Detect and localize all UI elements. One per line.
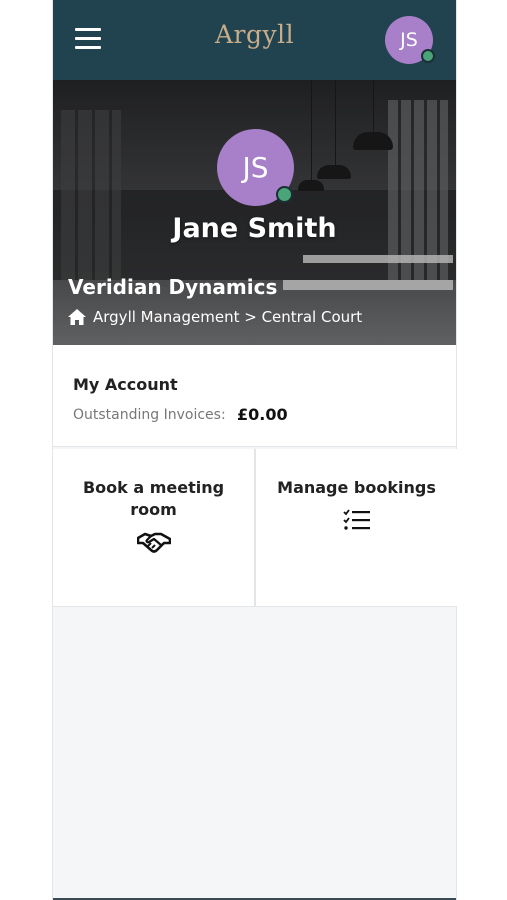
outstanding-invoices-value: £0.00	[237, 405, 288, 424]
tile-label: Book a meeting room	[82, 478, 225, 519]
user-avatar-button[interactable]: JS	[385, 16, 435, 64]
app-frame: Argyll JS JS Jane Smith Veridian Dynamic…	[52, 0, 457, 900]
online-status-dot	[276, 186, 293, 203]
location-breadcrumb: Argyll Management > Central Court	[68, 308, 362, 326]
top-bar: Argyll JS	[53, 0, 456, 80]
location-text: Argyll Management > Central Court	[93, 308, 363, 326]
outstanding-invoices-label: Outstanding Invoices:	[73, 407, 226, 423]
user-name: Jane Smith	[172, 213, 337, 244]
my-account-card[interactable]: My Account Outstanding Invoices: £0.00	[53, 345, 456, 447]
profile-hero: JS Jane Smith Veridian Dynamics Argyll M…	[53, 80, 456, 345]
book-meeting-room-tile[interactable]: Book a meeting room	[53, 449, 254, 606]
avatar-initials: JS	[400, 29, 418, 51]
handshake-icon	[136, 531, 171, 557]
account-title: My Account	[73, 375, 178, 394]
checklist-icon	[342, 509, 371, 535]
profile-initials: JS	[242, 151, 269, 184]
online-status-dot	[421, 49, 435, 63]
content-divider	[53, 606, 456, 607]
company-name: Veridian Dynamics	[68, 275, 278, 299]
home-icon	[68, 309, 86, 325]
profile-avatar: JS	[217, 129, 294, 206]
manage-bookings-tile[interactable]: Manage bookings	[256, 449, 457, 606]
tile-label: Manage bookings	[277, 478, 436, 497]
